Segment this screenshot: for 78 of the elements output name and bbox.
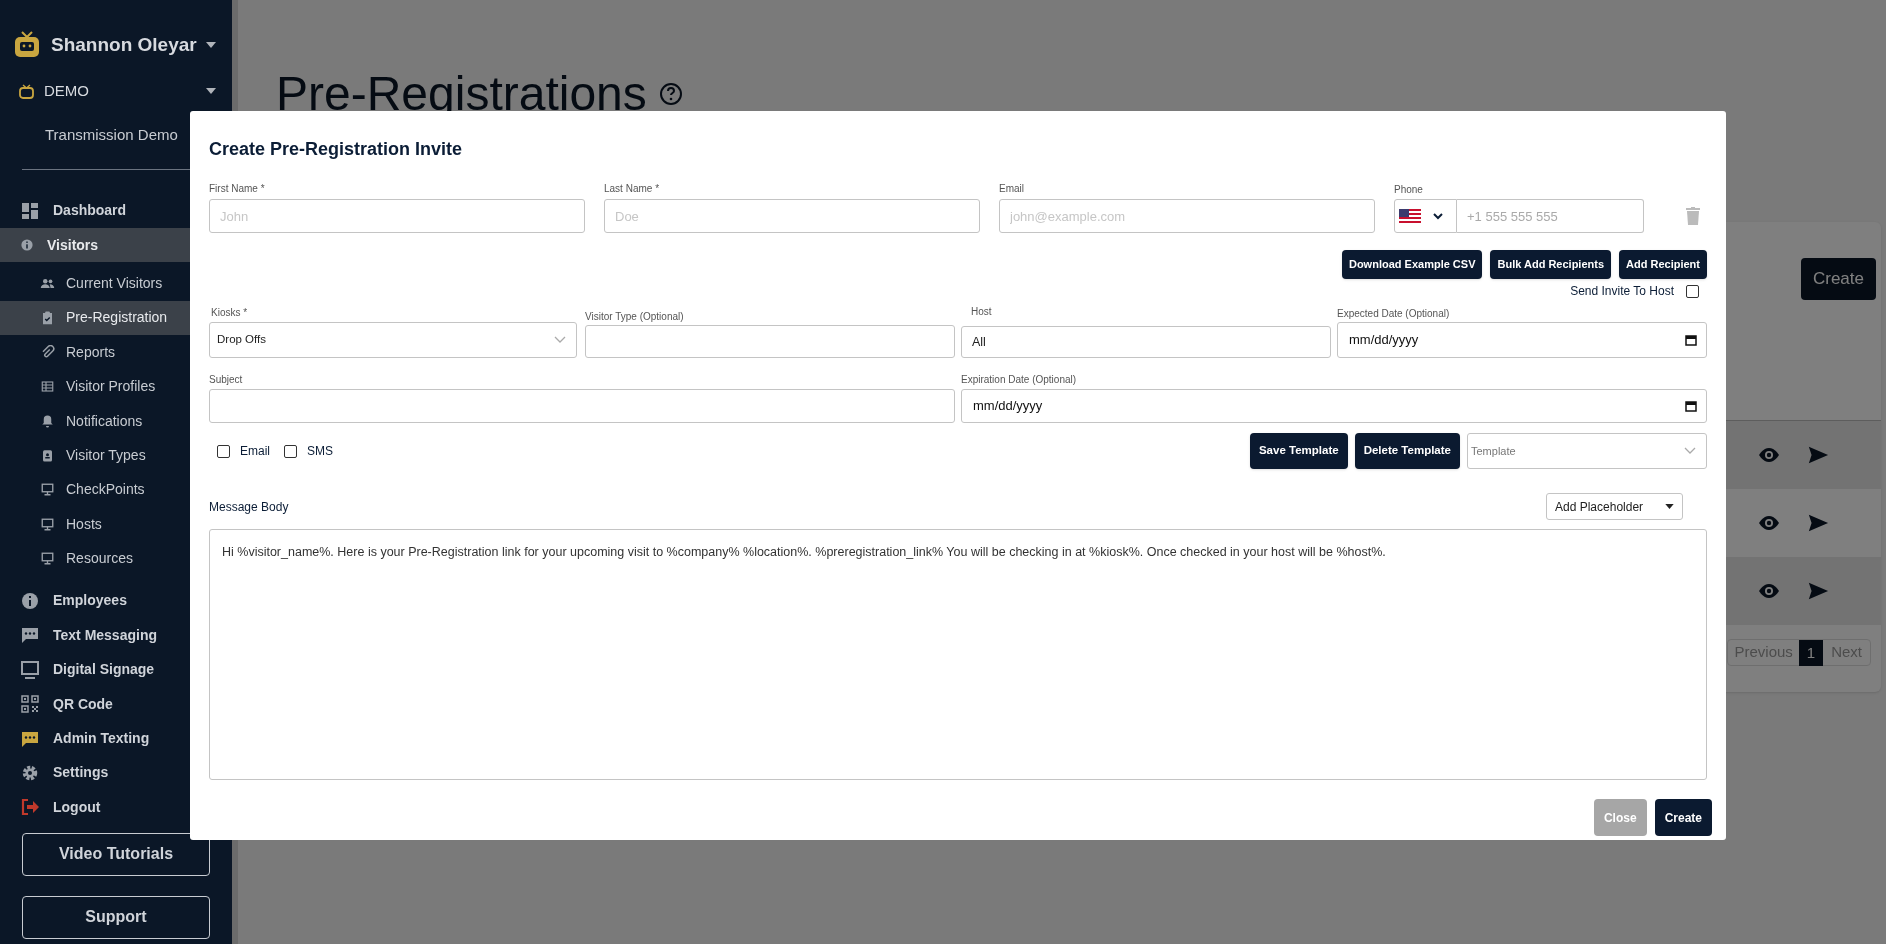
help-icon: [658, 82, 683, 106]
input-field[interactable]: All: [961, 326, 1331, 358]
calendar-icon: [1685, 400, 1697, 412]
page-button[interactable]: 1: [1798, 639, 1824, 666]
sidebar-item[interactable]: Logout: [0, 790, 232, 825]
calendar-icon: [1685, 334, 1697, 346]
field-label: Host: [970, 306, 993, 318]
checkbox-label: Email: [240, 443, 270, 460]
monitor-icon: [40, 516, 55, 532]
qr-code-icon: [20, 694, 40, 715]
field-label: Expected Date (Optional): [1337, 308, 1451, 320]
create-button[interactable]: Create: [1654, 799, 1712, 836]
modal-button[interactable]: Delete Template: [1354, 433, 1460, 469]
organization-name: DEMO: [44, 80, 89, 101]
checkbox-label: SMS: [307, 443, 334, 460]
field-label: Subject: [209, 374, 244, 386]
chevron-down-icon: [1684, 447, 1696, 455]
monitor-icon: [20, 659, 40, 680]
field-label: Expiration Date (Optional): [961, 374, 1078, 386]
input-field[interactable]: [585, 325, 955, 358]
chevron-down-icon: [1433, 212, 1443, 220]
page-title: Pre-Registrations: [276, 66, 647, 122]
input-field[interactable]: john@example.com: [999, 199, 1375, 233]
caret-icon[interactable]: [206, 42, 216, 48]
send-icon[interactable]: [1807, 580, 1829, 602]
paperclip-icon: [40, 344, 55, 360]
modal-button[interactable]: Bulk Add Recipients: [1490, 250, 1612, 279]
bell-icon: [40, 413, 55, 429]
create-button[interactable]: Create: [1800, 258, 1876, 300]
input-field[interactable]: [209, 389, 955, 423]
account-name: Shannon Oleyar: [51, 32, 197, 57]
date-field[interactable]: mm/dd/yyyy: [961, 389, 1707, 423]
placeholder-dropdown[interactable]: Add Placeholder: [1546, 493, 1683, 520]
clipboard-icon: [40, 310, 55, 326]
sidebar-button[interactable]: Support: [22, 895, 210, 939]
input-field[interactable]: Doe: [604, 199, 980, 233]
template-select[interactable]: Template: [1467, 433, 1707, 469]
monitor-icon: [40, 482, 55, 498]
field-label: Visitor Type (Optional): [585, 311, 685, 323]
us-flag-icon: [1399, 208, 1421, 224]
kiosk-select[interactable]: Drop Offs: [209, 322, 577, 358]
table-icon: [40, 379, 55, 395]
caret-icon[interactable]: [206, 88, 216, 94]
field-label: First Name *: [209, 183, 266, 195]
field-label: Last Name *: [604, 183, 661, 195]
modal-title: Create Pre-Registration Invite: [209, 138, 464, 161]
send-icon[interactable]: [1807, 512, 1829, 534]
phone-input-field[interactable]: +1 555 555 555: [1457, 199, 1644, 233]
tv-logo-icon: [14, 31, 40, 59]
date-field[interactable]: mm/dd/yyyy: [1337, 322, 1707, 358]
input-field[interactable]: John: [209, 199, 585, 233]
field-label: Email: [999, 183, 1025, 195]
tv-icon: [19, 83, 34, 99]
modal-button[interactable]: Save Template: [1249, 433, 1348, 469]
field-label: Phone: [1394, 184, 1424, 196]
monitor-icon: [40, 551, 55, 567]
info-icon: [20, 591, 40, 611]
caret-icon: [1665, 504, 1674, 509]
checkbox[interactable]: [284, 444, 297, 458]
send-icon[interactable]: [1807, 444, 1829, 466]
field-label: Message Body: [209, 498, 289, 516]
checkbox-label: Send Invite To Host: [1570, 283, 1674, 300]
modal-button[interactable]: Add Recipient: [1619, 250, 1707, 279]
modal-button[interactable]: Download Example CSV: [1341, 250, 1483, 279]
checkbox[interactable]: [1686, 284, 1699, 298]
checkbox[interactable]: [217, 444, 230, 458]
location-name: Transmission Demo: [44, 125, 179, 145]
chat-icon: [20, 625, 40, 646]
country-select[interactable]: [1394, 199, 1457, 233]
dashboard-icon: [20, 200, 40, 221]
sidebar-subitem[interactable]: Visitor Types: [0, 438, 232, 473]
sidebar-subitem[interactable]: Notifications: [0, 403, 232, 439]
sidebar-subitem[interactable]: Current Visitors: [0, 266, 232, 301]
id-badge-icon: [40, 447, 55, 463]
chevron-down-icon: [554, 336, 566, 344]
message-body-field[interactable]: Hi %visitor_name%. Here is your Pre-Registration link for your upcoming visit to %company% %location%. %preregistration_link% You will be checking in at %kiosk%. Once checked in your host will be %host%.: [209, 529, 1707, 780]
info-icon: [20, 238, 34, 253]
logout-icon: [20, 797, 40, 818]
